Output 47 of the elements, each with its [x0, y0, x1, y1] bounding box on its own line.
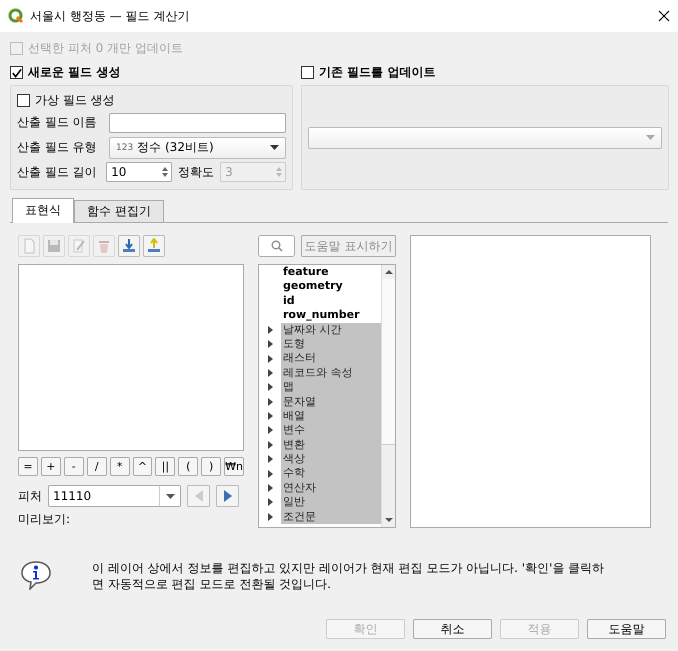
field-item[interactable]: row_number [281, 308, 381, 323]
function-group[interactable]: 조건문 [281, 510, 381, 524]
function-group[interactable]: 색상 [281, 452, 381, 466]
operator-button[interactable]: - [64, 457, 84, 476]
operator-button[interactable]: * [110, 457, 130, 476]
operator-button[interactable]: ₩n [224, 457, 244, 476]
preview-label: 미리보기: [18, 511, 72, 528]
function-group[interactable]: 일반 [281, 495, 381, 510]
function-group[interactable]: 레코드와 속성 [281, 366, 381, 380]
field-item[interactable]: geometry [281, 279, 381, 294]
operator-button[interactable]: ) [201, 457, 222, 476]
function-group[interactable]: 래스터 [281, 351, 381, 366]
field-item[interactable]: id [281, 294, 381, 308]
info-message: 이 레이어 상에서 정보를 편집하고 있지만 레이어가 현재 편집 모드가 아닙니다. '확인'을 클릭하면 자동적으로 편집 모드로 전환될 것입니다. [92, 560, 606, 592]
checkbox-label: 선택한 피처 0 개만 업데이트 [28, 40, 183, 57]
function-group[interactable]: 맵 [281, 380, 381, 395]
length-spinbox[interactable]: 10 [106, 162, 172, 182]
function-group[interactable]: 변환 [281, 438, 381, 452]
field-label: 산출 필드 이름 [17, 114, 98, 132]
operator-button[interactable]: ^ [132, 457, 152, 476]
field-label: 산출 필드 유형 [17, 139, 98, 156]
feature-label: 피처 [18, 488, 42, 504]
function-group[interactable]: 문자열 [281, 394, 381, 409]
operator-button[interactable]: / [86, 457, 107, 476]
function-group[interactable]: 배열 [281, 408, 381, 424]
function-group[interactable]: 연산자 [281, 480, 381, 496]
feature-dropdown[interactable]: 11110 [48, 485, 181, 507]
type-dropdown[interactable]: 123 정수 (32비트) [109, 136, 286, 158]
dialog-button[interactable]: 도움말 [587, 619, 666, 639]
section-label: 기존 필드를 업데이트 [319, 64, 436, 81]
function-group[interactable]: 도형 [281, 336, 381, 352]
function-group[interactable]: 날짜와 시간 [281, 322, 381, 337]
window-title: 서울시 행정동 — 필드 계산기 [30, 8, 190, 24]
tab[interactable]: 함수 편집기 [74, 200, 164, 222]
checkbox-label: 가상 필드 생성 [35, 92, 115, 109]
field-label: 산출 필드 길이 [17, 164, 98, 181]
field-item[interactable]: feature [281, 265, 381, 280]
function-group[interactable]: 변수 [281, 423, 381, 438]
operator-button[interactable]: + [40, 457, 61, 476]
field-label: 정확도 [178, 164, 214, 181]
section-label: 새로운 필드 생성 [28, 64, 120, 81]
tab[interactable]: 표현식 [12, 198, 74, 223]
operator-button[interactable]: || [155, 457, 176, 476]
operator-button[interactable]: ( [178, 457, 198, 476]
dialog-button[interactable]: 취소 [413, 619, 492, 639]
operator-button[interactable]: = [18, 457, 38, 476]
function-group[interactable]: 수학 [281, 466, 381, 481]
